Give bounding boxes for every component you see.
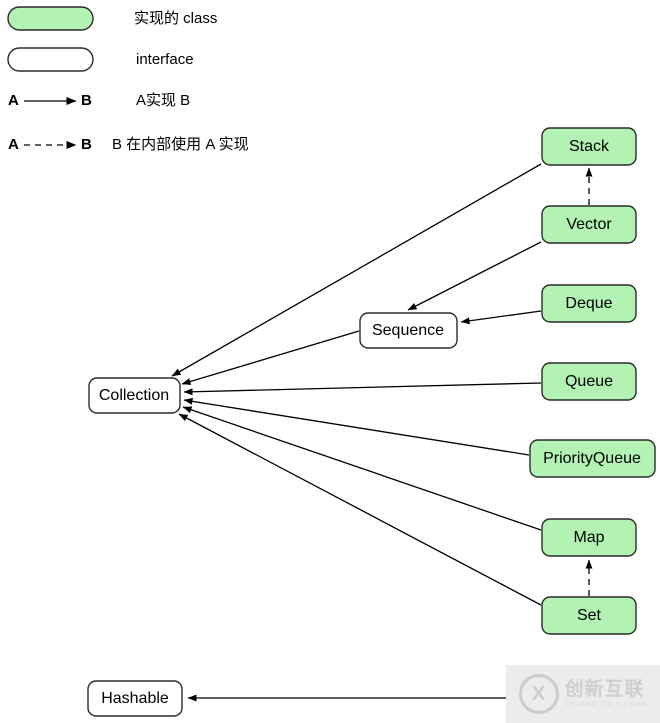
legend-item-implements: A B A实现 B xyxy=(8,92,190,109)
legend-swatch-interface xyxy=(7,47,94,72)
legend-uses-from: A xyxy=(8,136,19,153)
legend-item-uses: A B B 在内部使用 A 实现 xyxy=(8,136,249,153)
edge-priorityqueue-to-collection xyxy=(183,397,530,456)
edge-sequence-to-collection xyxy=(181,330,360,385)
class-hierarchy-diagram: 实现的 class interface A B A实现 B A B B 在内部使… xyxy=(0,0,660,723)
node-set[interactable]: Set xyxy=(541,596,637,635)
node-map-label: Map xyxy=(573,529,604,546)
legend-item-class: 实现的 class xyxy=(7,6,217,31)
node-deque[interactable]: Deque xyxy=(541,284,637,323)
node-collection-label: Collection xyxy=(99,387,169,404)
edge-set-to-collection xyxy=(178,413,542,606)
node-priorityqueue[interactable]: PriorityQueue xyxy=(529,439,656,478)
legend: 实现的 class interface A B A实现 B A B B 在内部使… xyxy=(7,6,249,153)
node-queue[interactable]: Queue xyxy=(541,362,637,401)
edge-vector-to-sequence xyxy=(407,241,542,311)
node-queue-label: Queue xyxy=(565,373,613,390)
node-hashable[interactable]: Hashable xyxy=(87,680,183,717)
node-deque-label: Deque xyxy=(565,295,612,312)
node-sequence-label: Sequence xyxy=(372,322,444,339)
legend-label-interface: interface xyxy=(136,51,194,68)
edge-map-to-collection xyxy=(182,406,542,531)
legend-implements-from: A xyxy=(8,92,19,109)
legend-item-interface: interface xyxy=(7,47,194,72)
node-collection[interactable]: Collection xyxy=(88,377,181,414)
node-map[interactable]: Map xyxy=(541,518,637,557)
node-stack[interactable]: Stack xyxy=(541,127,637,166)
node-sequence[interactable]: Sequence xyxy=(359,312,458,349)
edge-queue-to-collection xyxy=(183,382,542,396)
node-priorityqueue-label: PriorityQueue xyxy=(543,450,641,467)
legend-implements-to: B xyxy=(81,92,92,109)
node-stack-label: Stack xyxy=(569,138,610,155)
nodes-layer: Stack Vector Deque Queue PriorityQueue M… xyxy=(87,127,656,717)
node-vector[interactable]: Vector xyxy=(541,205,637,244)
node-hashable-label: Hashable xyxy=(101,690,169,707)
edges-layer xyxy=(171,163,593,702)
edge-deque-to-sequence xyxy=(460,310,542,325)
legend-swatch-class xyxy=(7,6,94,31)
legend-uses-to: B xyxy=(81,136,92,153)
legend-label-uses: B 在内部使用 A 实现 xyxy=(112,136,249,153)
legend-label-implements: A实现 B xyxy=(136,92,190,109)
legend-label-class: 实现的 class xyxy=(134,10,217,27)
node-set-label: Set xyxy=(577,607,602,624)
node-vector-label: Vector xyxy=(566,216,612,233)
